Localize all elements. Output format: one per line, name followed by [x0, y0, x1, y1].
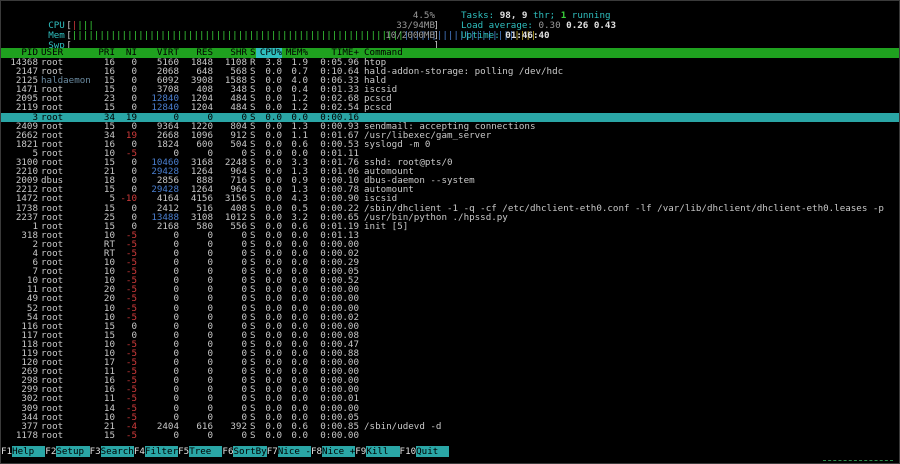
process-command: pcscd — [364, 102, 392, 114]
process-command: /sbin/udevd -d — [364, 420, 442, 432]
process-command: automount — [364, 184, 414, 196]
process-command: iscsid — [364, 84, 398, 96]
function-key-bar: F1Help F2Setup F3SearchF4FilterF5Tree F6… — [1, 446, 899, 457]
fkey-f8[interactable]: F8 — [311, 446, 322, 457]
process-command: pcscd — [364, 93, 392, 105]
fkey-f4[interactable]: F4 — [134, 446, 145, 457]
process-command: hald — [364, 75, 387, 87]
process-row[interactable]: 1178 root 15 -5 0 0 0 S 0.0 0.0 0:00.00 — [1, 431, 899, 440]
fkey-label-f1[interactable]: Help — [12, 446, 46, 457]
htop-terminal: CPU[||||] 4.5% Mem[|||||||||||||||||||||… — [0, 0, 900, 464]
process-pid: 1178 — [15, 429, 38, 441]
fkey-label-f6[interactable]: SortBy — [233, 446, 267, 457]
fkey-f1[interactable]: F1 — [1, 446, 12, 457]
process-command: /usr/libexec/gam_server — [364, 129, 492, 141]
fkey-label-f3[interactable]: Search — [100, 446, 134, 457]
column-header-command[interactable]: Command — [364, 48, 899, 58]
process-pri: 15 — [103, 429, 115, 441]
process-command: init [5] — [364, 220, 409, 232]
process-virt: 0 — [173, 429, 179, 441]
fkey-f2[interactable]: F2 — [45, 446, 56, 457]
fkey-label-f10[interactable]: Quit — [416, 446, 450, 457]
process-mem: 0.0 — [291, 429, 308, 441]
fkey-f5[interactable]: F5 — [178, 446, 189, 457]
process-command: hald-addon-storage: polling /dev/hdc — [364, 66, 564, 78]
fkey-f3[interactable]: F3 — [90, 446, 101, 457]
fkey-f9[interactable]: F9 — [355, 446, 366, 457]
process-command: syslogd -m 0 — [364, 138, 431, 150]
fkey-label-f5[interactable]: Tree — [189, 446, 223, 457]
scroll-indicator — [823, 456, 893, 461]
fkey-label-f9[interactable]: Kill — [366, 446, 400, 457]
mem-meter: Mem[||||||||||||||||||||||||||||||||||||… — [48, 20, 537, 41]
process-res: 0 — [207, 429, 213, 441]
meters-panel: CPU[||||] 4.5% Mem[|||||||||||||||||||||… — [15, 10, 537, 51]
process-command: dbus-daemon --system — [364, 175, 475, 187]
process-cpu: 0.0 — [265, 429, 282, 441]
process-list[interactable]: 14368 root 16 0 5160 1848 1108 R 3.8 1.9 0:05.96 ht… — [1, 58, 899, 440]
uptime-line: Uptime: 01:46:40 — [461, 30, 550, 41]
fkey-label-f4[interactable]: Filter — [144, 446, 179, 457]
fkey-f7[interactable]: F7 — [267, 446, 278, 457]
process-shr: 0 — [241, 429, 247, 441]
process-user: root — [41, 429, 64, 441]
process-time: 0:00.00 — [320, 429, 359, 441]
fkey-f10[interactable]: F10 — [400, 446, 417, 457]
swp-meter-value: 10/2000MB — [385, 30, 435, 41]
fkey-f6[interactable]: F6 — [222, 446, 233, 457]
swp-meter: Swp[] 10/2000MB — [48, 30, 439, 51]
process-command: sshd: root@pts/0 — [364, 157, 453, 169]
process-ni: -5 — [125, 429, 137, 441]
process-command: /usr/bin/python ./hpssd.py — [364, 211, 508, 223]
fkey-label-f8[interactable]: Nice + — [322, 446, 356, 457]
fkey-label-f2[interactable]: Setup — [56, 446, 90, 457]
fkey-label-f7[interactable]: Nice - — [277, 446, 311, 457]
system-info: Tasks: 98, 9 thr; 1 running Load average… — [461, 11, 616, 41]
cpu-meter: CPU[||||] 4.5% — [48, 10, 439, 31]
